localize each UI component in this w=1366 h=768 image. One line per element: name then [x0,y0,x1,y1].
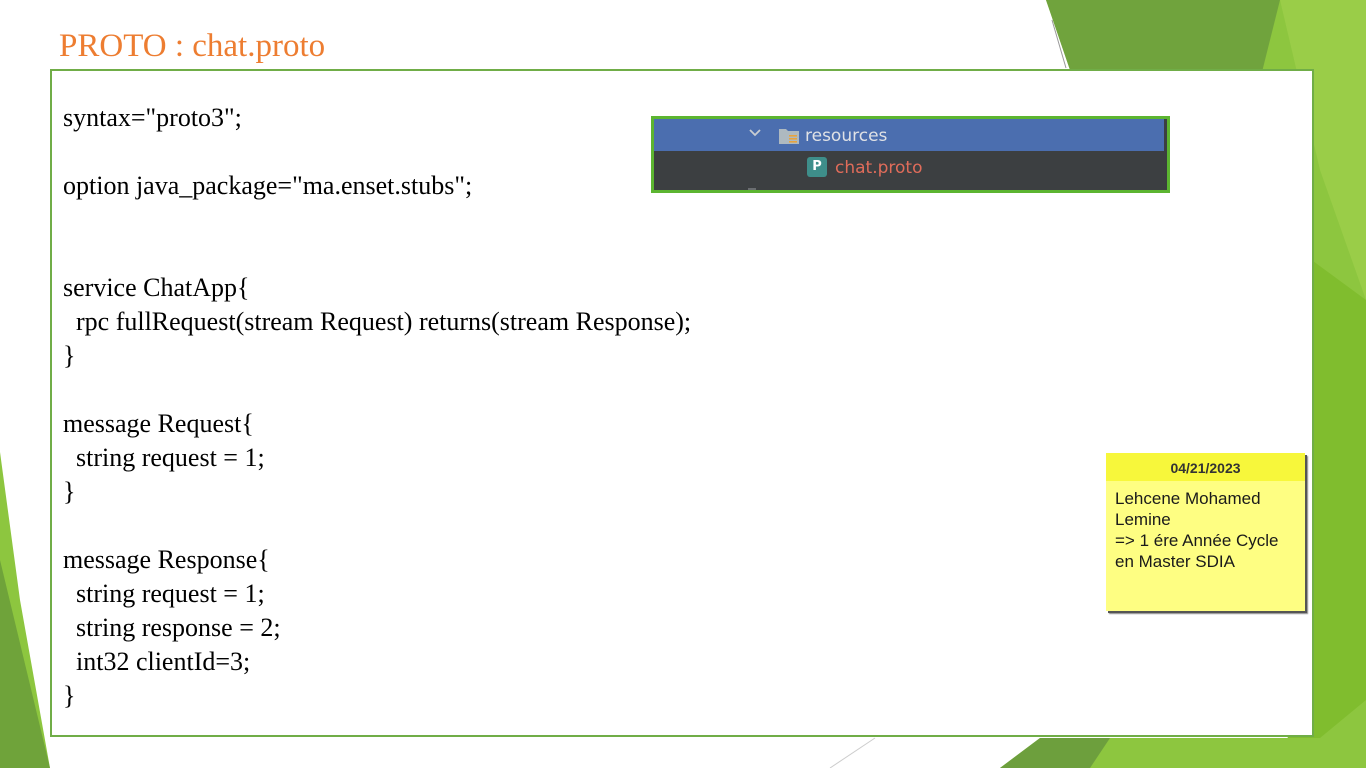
slide-title: PROTO : chat.proto [59,28,326,64]
code-line: service ChatApp{ [63,273,250,302]
tree-row-partial [748,188,756,190]
folder-label: resources [805,126,888,146]
code-line: rpc fullRequest(stream Request) returns(… [63,307,692,336]
code-line: option java_package="ma.enset.stubs"; [63,171,473,200]
code-line: message Response{ [63,545,270,574]
code-line: int32 clientId=3; [63,647,251,676]
proto-file-icon: P [807,157,827,177]
code-line: } [63,477,76,506]
slide: PROTO : chat.proto syntax="proto3"; opti… [0,0,1366,768]
sticky-note-body: Lehcene Mohamed Lemine => 1 ére Année Cy… [1115,489,1279,571]
file-label: chat.proto [835,158,923,178]
code-line: string response = 2; [63,613,281,642]
code-line: } [63,341,76,370]
code-line: message Request{ [63,409,254,438]
chevron-down-icon[interactable] [748,126,762,140]
folder-icon [779,129,799,144]
sticky-note-date: 04/21/2023 [1106,453,1305,481]
code-line: syntax="proto3"; [63,103,242,132]
code-line: string request = 1; [63,443,265,472]
ide-project-tree-screenshot: resources P chat.proto [651,116,1170,193]
tree-row-resources[interactable]: resources [654,119,1164,151]
sticky-note[interactable]: 04/21/2023 Lehcene Mohamed Lemine => 1 é… [1106,453,1305,611]
code-line: } [63,681,76,710]
code-line: string request = 1; [63,579,265,608]
